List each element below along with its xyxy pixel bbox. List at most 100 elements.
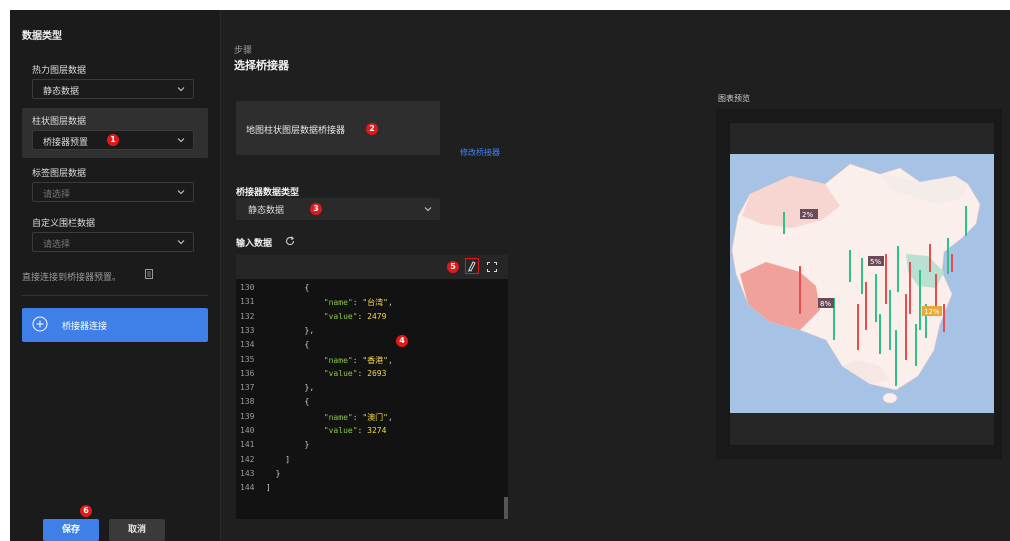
code-text: { <box>304 397 310 407</box>
code-line: 140 "value": 3274 <box>236 426 508 438</box>
code-text: "name": "台湾", <box>323 298 393 308</box>
pct-tag-1: 2% <box>802 211 813 219</box>
bridge-connect-label: 桥接器连接 <box>62 322 108 332</box>
bridge-connect-button[interactable]: 桥接器连接 <box>22 308 208 342</box>
line-number: 144 <box>240 483 255 493</box>
code-line: 139 "name": "澳门", <box>236 412 508 424</box>
fence-layer-group: 自定义围栏数据 请选择 <box>22 212 208 262</box>
code-line: 130 { <box>236 283 508 295</box>
line-number: 139 <box>240 411 255 421</box>
heatmap-layer-group: 热力图层数据 静态数据 <box>22 55 208 105</box>
label-layer-group: 标签图层数据 请选择 <box>22 162 208 212</box>
code-line: 136 "value": 2693 <box>236 369 508 381</box>
connector-data-type-value: 静态数据 <box>248 206 285 216</box>
chevron-down-icon <box>424 207 432 212</box>
map-stage: 2% 5% 8% 12% <box>730 123 994 445</box>
input-data-label: 输入数据 <box>236 239 273 249</box>
code-line: 134 { <box>236 340 508 352</box>
code-text: }, <box>304 383 315 393</box>
code-line: 144] <box>236 483 508 495</box>
code-text: { <box>304 283 310 292</box>
code-text: "value": 3274 <box>323 426 387 435</box>
chart-preview-frame: 2% 5% 8% 12% <box>716 109 1002 459</box>
code-line: 132 "value": 2479 <box>236 312 508 324</box>
bridge-config-dialog: 数据类型 热力图层数据 静态数据 柱状图层数据 桥接器预置 1 标签图层数据 请… <box>10 10 1010 541</box>
code-line: 142 ] <box>236 455 508 467</box>
modify-connector-link[interactable]: 修改桥接器 <box>460 147 500 158</box>
save-button[interactable]: 保存 <box>43 519 99 541</box>
line-number: 138 <box>240 397 255 407</box>
line-number: 132 <box>240 311 255 321</box>
callout-badge-3: 3 <box>310 203 322 215</box>
fence-layer-select[interactable]: 请选择 <box>32 232 194 252</box>
fullscreen-icon[interactable] <box>487 262 497 272</box>
pct-tag-4: 12% <box>924 308 940 316</box>
bar-layer-select[interactable]: 桥接器预置 1 <box>32 130 194 150</box>
sidebar-divider <box>22 295 208 296</box>
china-map-preview: 2% 5% 8% 12% <box>730 154 994 413</box>
code-line: 143 } <box>236 469 508 481</box>
chart-preview-label: 图表预览 <box>718 94 750 103</box>
editor-scrollbar[interactable] <box>504 497 508 519</box>
heatmap-layer-label: 热力图层数据 <box>32 66 87 76</box>
code-line: 135 "name": "香港", <box>236 355 508 367</box>
document-icon[interactable] <box>145 269 153 279</box>
code-text: ] <box>285 454 291 464</box>
code-area[interactable]: 4 130 {131 "name": "台湾", 132 "value": 247… <box>236 279 508 519</box>
refresh-icon[interactable] <box>285 236 295 246</box>
heatmap-layer-select[interactable]: 静态数据 <box>32 79 194 99</box>
bar-layer-group: 柱状图层数据 桥接器预置 1 <box>22 108 208 158</box>
label-layer-select[interactable]: 请选择 <box>32 182 194 202</box>
code-text: { <box>304 340 310 350</box>
line-number: 143 <box>240 468 255 478</box>
chevron-down-icon <box>177 87 185 92</box>
code-text: "name": "澳门", <box>323 412 393 422</box>
data-type-sidebar: 数据类型 热力图层数据 静态数据 柱状图层数据 桥接器预置 1 标签图层数据 请… <box>10 10 221 541</box>
connector-data-type-select[interactable]: 静态数据 3 <box>236 198 440 220</box>
cancel-button[interactable]: 取消 <box>109 519 165 541</box>
line-number: 140 <box>240 426 255 435</box>
chevron-down-icon <box>177 240 185 245</box>
connector-data-type-label: 桥接器数据类型 <box>236 188 300 198</box>
line-number: 135 <box>240 354 255 364</box>
label-layer-placeholder: 请选择 <box>43 190 71 200</box>
callout-badge-1: 1 <box>107 134 119 146</box>
step-title: 选择桥接器 <box>234 59 289 72</box>
code-line: 133 }, <box>236 326 508 338</box>
code-line: 137 }, <box>236 383 508 395</box>
step-label: 步骤 <box>234 46 253 56</box>
line-number: 141 <box>240 440 255 450</box>
chevron-down-icon <box>177 138 185 143</box>
line-number: 142 <box>240 454 255 464</box>
editor-toolbar: 5 <box>236 255 508 279</box>
callout-badge-6: 6 <box>80 505 92 517</box>
pct-tag-3: 8% <box>820 300 831 308</box>
format-button[interactable] <box>465 258 479 274</box>
json-editor[interactable]: 5 4 130 {131 "name": "台湾", 132 "value": 2… <box>236 255 508 519</box>
brush-icon <box>467 261 476 272</box>
line-number: 133 <box>240 325 255 335</box>
chevron-down-icon <box>177 190 185 195</box>
line-number: 134 <box>240 340 255 350</box>
code-text: ] <box>266 483 271 493</box>
line-number: 136 <box>240 368 255 378</box>
sidebar-title: 数据类型 <box>22 31 62 42</box>
code-text: } <box>275 468 281 478</box>
direct-connect-text: 直接连接到桥接器预置。 <box>22 273 122 283</box>
bar-layer-value: 桥接器预置 <box>43 138 89 148</box>
callout-badge-2: 2 <box>366 123 378 135</box>
bar-layer-label: 柱状图层数据 <box>32 117 87 127</box>
line-number: 131 <box>240 297 255 307</box>
line-number: 130 <box>240 283 255 292</box>
code-line: 131 "name": "台湾", <box>236 297 508 309</box>
code-text: "name": "香港", <box>323 355 393 365</box>
label-layer-label: 标签图层数据 <box>32 169 87 179</box>
connector-name: 地图柱状图层数据桥接器 <box>246 126 346 136</box>
code-line: 141 } <box>236 440 508 452</box>
pct-tag-2: 5% <box>870 258 881 266</box>
line-number: 137 <box>240 383 255 393</box>
connector-card[interactable]: 地图柱状图层数据桥接器 2 <box>236 101 440 155</box>
heatmap-layer-value: 静态数据 <box>43 87 80 97</box>
code-line: 138 { <box>236 397 508 409</box>
add-circle-icon <box>32 316 48 332</box>
